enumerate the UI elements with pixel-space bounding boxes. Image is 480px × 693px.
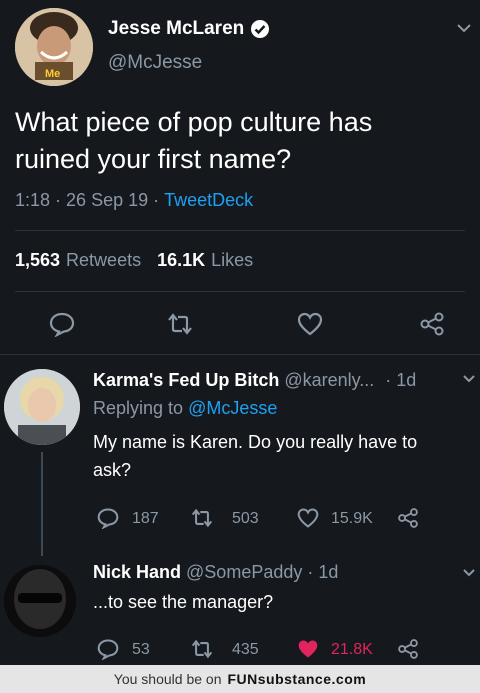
author-avatar[interactable]: Me (15, 8, 93, 86)
footer-prefix: You should be on (113, 671, 222, 687)
meta-dot: · (153, 190, 160, 210)
author-name-row[interactable]: Jesse McLaren (108, 18, 270, 40)
reply-1-actions: 187 503 15.9K (96, 507, 426, 531)
reply-2-header: Nick Hand @SomePaddy · 1d (93, 562, 338, 583)
share-icon[interactable] (396, 638, 420, 660)
tweet-time[interactable]: 1:18 (15, 190, 50, 211)
retweet-icon[interactable] (189, 638, 215, 660)
reply-2-actions: 53 435 21.8K (96, 638, 426, 662)
retweet-icon[interactable] (165, 311, 195, 337)
reply-2-avatar[interactable] (4, 565, 76, 637)
replying-to-label: Replying to (93, 398, 184, 418)
retweets-label[interactable]: Retweets (66, 250, 141, 271)
reply-1-handle[interactable]: @karenly... (284, 370, 374, 391)
reply-1-reply-count: 187 (132, 510, 159, 527)
reply-icon[interactable] (96, 507, 120, 529)
share-icon[interactable] (418, 311, 446, 337)
reply-1-replying-to: Replying to @McJesse (93, 398, 277, 419)
reply-2-retweet-count: 435 (232, 641, 259, 658)
footer-brand-domain: .com (331, 671, 367, 687)
like-icon[interactable] (296, 507, 320, 529)
reply-2-age[interactable]: · 1d (307, 562, 338, 583)
reply-2-handle[interactable]: @SomePaddy (186, 562, 302, 583)
retweets-count[interactable]: 1,563 (15, 250, 60, 271)
tweet-text: What piece of pop culture has ruined you… (15, 104, 372, 178)
tweet-stats: 1,563 Retweets 16.1K Likes (15, 250, 253, 271)
tweet-text-line-2: ruined your first name? (15, 144, 292, 174)
reply-1-name[interactable]: Karma's Fed Up Bitch (93, 370, 279, 391)
reply-1-text: My name is Karen. Do you really have to … (93, 428, 417, 484)
reply-2-text: ...to see the manager? (93, 592, 274, 612)
reply-2-like-count: 21.8K (331, 641, 373, 658)
tweet-meta: 1:18 · 26 Sep 19 · TweetDeck (15, 190, 253, 211)
verified-badge-icon (250, 19, 270, 39)
reply-1-text-line-2: ask? (93, 460, 132, 480)
reply-2-name[interactable]: Nick Hand (93, 562, 181, 583)
footer-brand: FUNsubstance.com (227, 671, 366, 687)
footer-brand-name: FUNsubstance (227, 671, 332, 687)
meta-dot: · (55, 190, 62, 210)
share-icon[interactable] (396, 507, 420, 529)
retweet-icon[interactable] (189, 507, 215, 529)
reply-1-avatar[interactable] (4, 369, 80, 445)
likes-count[interactable]: 16.1K (157, 250, 205, 271)
divider (15, 230, 465, 231)
avatar-caption: Me (45, 68, 61, 80)
reply-1-menu-chevron-icon[interactable] (462, 374, 476, 384)
tweet-client-link[interactable]: TweetDeck (164, 190, 253, 211)
tweet-date[interactable]: 26 Sep 19 (66, 190, 148, 211)
tweet-text-line-1: What piece of pop culture has (15, 107, 373, 137)
reply-icon[interactable] (48, 311, 76, 337)
divider (0, 354, 480, 355)
author-handle[interactable]: @McJesse (108, 52, 202, 74)
like-icon[interactable] (296, 311, 324, 337)
liked-heart-icon[interactable] (296, 638, 320, 660)
tweet-menu-chevron-icon[interactable] (456, 22, 472, 34)
reply-1-text-line-1: My name is Karen. Do you really have to (93, 432, 418, 452)
reply-1-retweet-count: 503 (232, 510, 259, 527)
author-name[interactable]: Jesse McLaren (108, 18, 244, 40)
reply-thread-line (41, 452, 43, 556)
likes-label[interactable]: Likes (211, 250, 253, 271)
reply-2-menu-chevron-icon[interactable] (462, 568, 476, 578)
reply-icon[interactable] (96, 638, 120, 660)
watermark-footer: You should be on FUNsubstance.com (0, 665, 480, 693)
reply-1-age[interactable]: · 1d (385, 370, 416, 391)
divider (15, 291, 465, 292)
reply-1-like-count: 15.9K (331, 510, 373, 527)
reply-2-reply-count: 53 (132, 641, 150, 658)
replying-to-handle[interactable]: @McJesse (188, 398, 277, 419)
reply-1-header: Karma's Fed Up Bitch @karenly... · 1d (93, 370, 416, 391)
